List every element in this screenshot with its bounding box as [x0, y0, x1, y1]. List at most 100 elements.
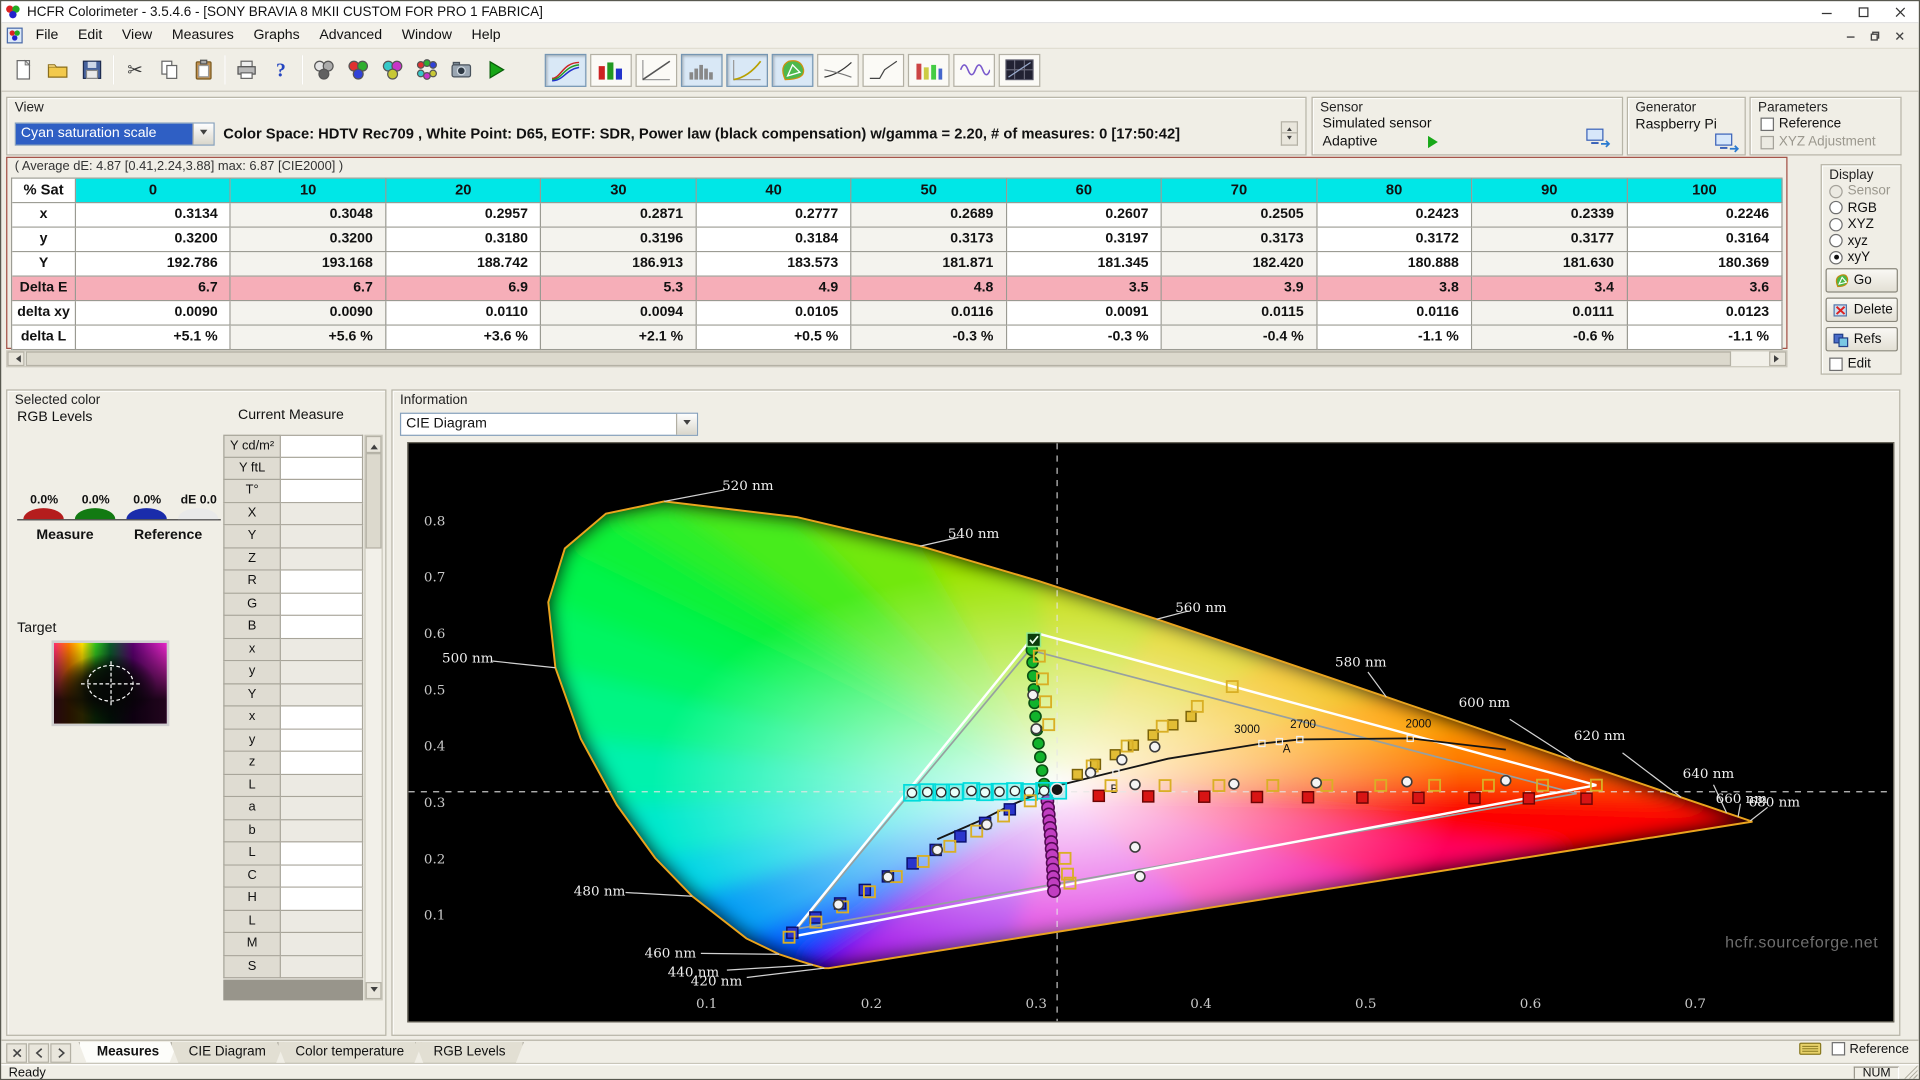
- measure-point[interactable]: [1032, 737, 1045, 750]
- measure-point[interactable]: [1116, 754, 1128, 766]
- table-cell[interactable]: 0.2505: [1162, 203, 1318, 228]
- table-cell[interactable]: 0.0091: [1006, 301, 1163, 326]
- table-cell[interactable]: 0.0110: [386, 301, 542, 326]
- measure-value-cell[interactable]: [280, 842, 364, 866]
- measures-hscrollbar[interactable]: [6, 350, 1788, 368]
- selected-measure-point[interactable]: [903, 783, 921, 802]
- measure-grayscale-button[interactable]: [307, 53, 341, 87]
- table-cell[interactable]: 0.2689: [851, 203, 1007, 228]
- table-cell[interactable]: -0.3 %: [1006, 325, 1163, 351]
- table-cell[interactable]: 180.888: [1317, 252, 1473, 277]
- measure-point[interactable]: [1250, 790, 1264, 804]
- measure-point[interactable]: [1129, 841, 1141, 853]
- measure-point[interactable]: [832, 898, 845, 911]
- checkbox-icon[interactable]: [1829, 356, 1843, 371]
- resize-grip[interactable]: [1904, 1065, 1918, 1079]
- radio-icon[interactable]: [1829, 217, 1843, 231]
- measure-point[interactable]: [906, 857, 919, 870]
- measure-point[interactable]: [1050, 782, 1065, 797]
- tab-rgb-levels[interactable]: RGB Levels: [415, 1042, 524, 1064]
- scrollbar-thumb[interactable]: [365, 453, 382, 549]
- run-measures-button[interactable]: [478, 53, 512, 87]
- measure-point[interactable]: [1500, 774, 1512, 787]
- help-button[interactable]: ?: [264, 53, 298, 87]
- table-cell[interactable]: 6.7: [231, 276, 387, 302]
- save-file-button[interactable]: [75, 53, 109, 87]
- measure-point[interactable]: [1580, 792, 1593, 805]
- table-cell[interactable]: 0.3197: [1006, 227, 1163, 253]
- measure-point[interactable]: [809, 911, 822, 924]
- measure-value-cell[interactable]: [280, 887, 364, 911]
- measure-point[interactable]: [786, 926, 799, 939]
- table-cell[interactable]: 3.8: [1317, 276, 1473, 302]
- measure-point[interactable]: [981, 818, 993, 831]
- menu-item-advanced[interactable]: Advanced: [310, 26, 392, 46]
- measure-primaries-button[interactable]: [341, 53, 375, 87]
- tab-cie-diagram[interactable]: CIE Diagram: [170, 1042, 284, 1064]
- table-cell[interactable]: -1.1 %: [1317, 325, 1473, 351]
- table-cell[interactable]: 181.630: [1472, 252, 1628, 277]
- measure-value-cell[interactable]: [280, 480, 364, 503]
- measure-value-cell[interactable]: [280, 525, 364, 548]
- table-cell[interactable]: 3.5: [1006, 276, 1163, 302]
- reference-checkbox[interactable]: Reference: [1831, 1041, 1909, 1056]
- minimize-button[interactable]: [1808, 1, 1845, 22]
- measure-value-cell[interactable]: [280, 683, 364, 707]
- target-point[interactable]: [1026, 632, 1042, 648]
- tab-close-button[interactable]: [6, 1043, 27, 1063]
- view-gamma-button[interactable]: [544, 53, 587, 87]
- table-cell[interactable]: 0.3184: [696, 227, 852, 253]
- measure-value-cell[interactable]: [280, 570, 364, 594]
- view-rgb-levels-button[interactable]: [590, 53, 632, 87]
- measure-value-cell[interactable]: [280, 729, 364, 752]
- table-cell[interactable]: 0.0116: [1317, 301, 1473, 326]
- delete-button[interactable]: Delete: [1825, 297, 1898, 323]
- chevron-down-icon[interactable]: [192, 123, 214, 145]
- table-cell[interactable]: 0.3172: [1317, 227, 1473, 253]
- open-file-button[interactable]: [40, 53, 74, 87]
- measure-point[interactable]: [1030, 723, 1042, 735]
- table-cell[interactable]: 0.0090: [76, 301, 232, 326]
- radio-icon[interactable]: [1829, 233, 1843, 248]
- view-cie-diagram-button[interactable]: [771, 53, 814, 87]
- view-selector[interactable]: Cyan saturation scale: [14, 122, 215, 146]
- table-cell[interactable]: 0.0094: [541, 301, 697, 326]
- measure-value-cell[interactable]: [280, 751, 364, 775]
- table-cell[interactable]: 186.913: [541, 252, 697, 277]
- measure-point[interactable]: [1029, 710, 1042, 723]
- radio-xyy[interactable]: xyY: [1829, 250, 1870, 264]
- table-cell[interactable]: 0.0116: [851, 301, 1007, 326]
- selected-measure-point[interactable]: [990, 782, 1009, 801]
- table-cell[interactable]: 0.2871: [541, 203, 697, 228]
- spinner-down-button[interactable]: [1280, 133, 1298, 146]
- table-cell[interactable]: +5.6 %: [231, 325, 387, 351]
- table-cell[interactable]: 4.9: [696, 276, 852, 302]
- reference-option-checkbox[interactable]: Reference: [1760, 116, 1841, 131]
- table-cell[interactable]: 0.3177: [1472, 227, 1628, 253]
- measure-secondaries-button[interactable]: [375, 53, 409, 87]
- measure-point[interactable]: [1401, 776, 1413, 788]
- measure-value-cell[interactable]: [280, 819, 364, 843]
- table-cell[interactable]: 3.4: [1472, 276, 1628, 302]
- radio-rgb[interactable]: RGB: [1829, 200, 1877, 215]
- table-cell[interactable]: 192.786: [76, 252, 232, 277]
- view-color-temperature-button[interactable]: [907, 53, 950, 87]
- menu-item-help[interactable]: Help: [462, 26, 511, 46]
- print-button[interactable]: [229, 53, 263, 87]
- table-cell[interactable]: 6.7: [76, 276, 232, 302]
- view-free-measures-button[interactable]: [998, 53, 1041, 87]
- refs-button[interactable]: Refs: [1825, 326, 1898, 352]
- menu-item-edit[interactable]: Edit: [68, 26, 112, 46]
- table-cell[interactable]: 0.3048: [231, 203, 387, 228]
- selected-measure-point[interactable]: [918, 783, 937, 801]
- selected-measure-point[interactable]: [1006, 782, 1024, 800]
- selected-measure-point[interactable]: [962, 782, 981, 800]
- scrollbar-thumb[interactable]: [25, 351, 1732, 367]
- table-cell[interactable]: 0.2607: [1006, 203, 1163, 228]
- menu-item-view[interactable]: View: [112, 26, 162, 46]
- measure-value-cell[interactable]: [280, 774, 364, 798]
- measure-value-cell[interactable]: [280, 615, 364, 639]
- measure-point[interactable]: [1468, 791, 1481, 805]
- measure-value-cell[interactable]: [280, 865, 364, 888]
- menu-item-graphs[interactable]: Graphs: [244, 26, 310, 46]
